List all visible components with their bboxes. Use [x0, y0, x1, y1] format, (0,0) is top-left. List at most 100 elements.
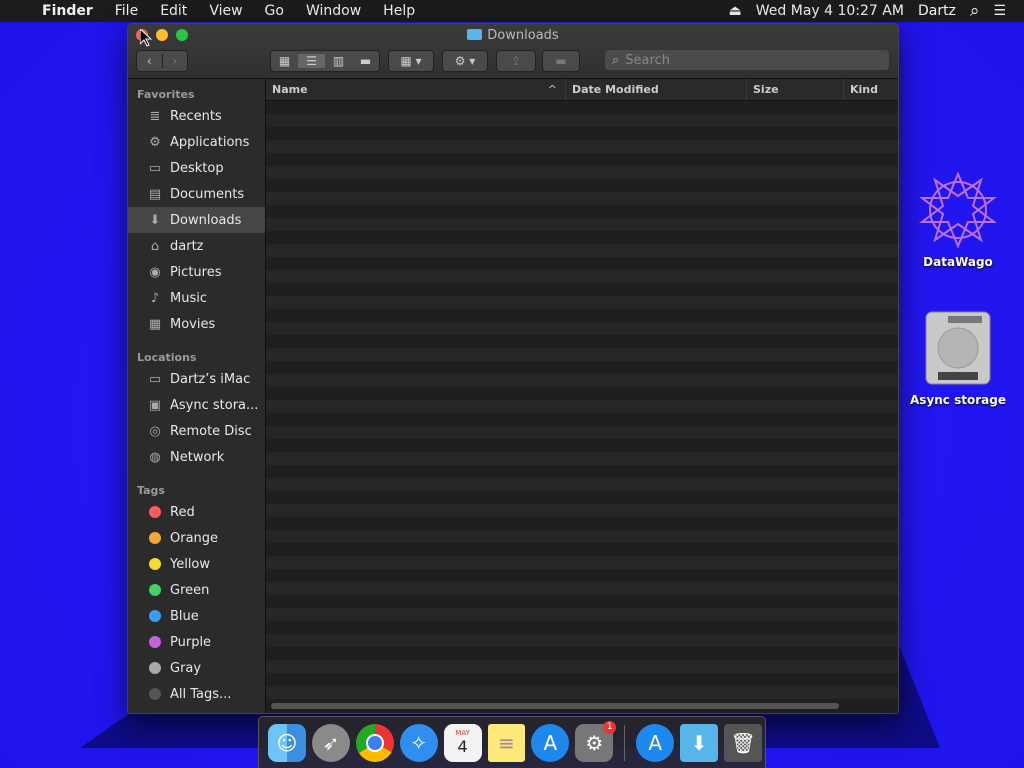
spotlight-search-icon[interactable]: ⌕ [963, 1, 987, 21]
empty-row [266, 608, 898, 621]
nav-buttons: ‹ › [136, 50, 188, 72]
empty-row [266, 140, 898, 153]
action-button[interactable]: ⚙ ▾ [442, 50, 488, 72]
finder-window: Downloads ‹ › ▦ ☰ ▥ ▬ ▦ ▾ ⚙ ▾ ⇪ ▬ ⌕ Sear… [127, 23, 899, 714]
finder-dock-icon[interactable]: ☺ [268, 723, 306, 762]
tag-label: Blue [170, 608, 199, 624]
sidebar-item-movies[interactable]: ▦ Movies [128, 311, 265, 337]
menu-go[interactable]: Go [254, 3, 295, 19]
kind-column-header[interactable]: Kind [844, 79, 898, 100]
app-store-downloads-dock-icon[interactable]: A [636, 723, 675, 762]
tag-label: Orange [170, 530, 219, 546]
notification-center-icon[interactable]: ☰ [986, 3, 1024, 19]
tags-button[interactable]: ▬ [542, 50, 580, 72]
empty-row [266, 426, 898, 439]
user-menu[interactable]: Dartz [911, 3, 963, 19]
forward-button[interactable]: › [163, 54, 188, 68]
trash-dock-icon[interactable]: 🗑 [724, 723, 762, 762]
menu-finder[interactable]: Finder [31, 3, 104, 19]
sidebar: Favorites ≣ Recents ⚙ Applications ▭ Desktop ▤… [128, 79, 266, 713]
empty-row [266, 595, 898, 608]
tag-blue[interactable]: Blue [128, 603, 265, 629]
gallery-view-icon[interactable]: ▬ [352, 54, 379, 68]
sidebar-item-async-stora[interactable]: ▣ Async stora... [128, 392, 265, 418]
empty-row [266, 387, 898, 400]
calendar-dock-icon[interactable]: MAY 4 [443, 723, 482, 762]
file-list: Name ^ Date Modified Size Kind [266, 79, 898, 713]
empty-row [266, 218, 898, 231]
list-view-icon[interactable]: ☰ [298, 54, 325, 68]
tag-orange[interactable]: Orange [128, 525, 265, 551]
tag-yellow[interactable]: Yellow [128, 551, 265, 577]
tag-all-tags[interactable]: All Tags... [128, 681, 265, 707]
empty-row [266, 543, 898, 556]
sidebar-item-label: Recents [170, 108, 222, 124]
clock[interactable]: Wed May 4 10:27 AM [749, 3, 911, 19]
icon-view-icon[interactable]: ▦ [271, 54, 298, 68]
launchpad-dock-icon[interactable]: ➶ [311, 723, 350, 762]
tag-purple[interactable]: Purple [128, 629, 265, 655]
sidebar-item-applications[interactable]: ⚙ Applications [128, 129, 265, 155]
desktop-icon-async-storage[interactable]: Async storage [903, 308, 1013, 407]
empty-row [266, 660, 898, 673]
size-column-label: Size [753, 83, 779, 96]
sidebar-item-dartz-s-imac[interactable]: ▭ Dartz’s iMac [128, 366, 265, 392]
sidebar-item-network[interactable]: ◍ Network [128, 444, 265, 470]
empty-row [266, 374, 898, 387]
favorites-item-icon: ⚙ [149, 134, 161, 150]
sidebar-item-dartz[interactable]: ⌂ dartz [128, 233, 265, 259]
compass-icon: ✧ [410, 730, 428, 755]
menu-file[interactable]: File [104, 3, 149, 19]
tag-gray[interactable]: Gray [128, 655, 265, 681]
tag-label: Green [170, 582, 210, 598]
empty-row [266, 530, 898, 543]
size-column-header[interactable]: Size [747, 79, 844, 100]
empty-row [266, 335, 898, 348]
empty-row [266, 452, 898, 465]
downloads-stack-dock-icon[interactable]: ⬇ [680, 723, 719, 762]
sidebar-item-label: Movies [170, 316, 216, 332]
menu-help[interactable]: Help [372, 3, 426, 19]
name-column-header[interactable]: Name ^ [266, 79, 566, 100]
empty-row [266, 309, 898, 322]
sidebar-item-documents[interactable]: ▤ Documents [128, 181, 265, 207]
horizontal-scrollbar[interactable] [271, 703, 839, 709]
menu-window[interactable]: Window [295, 3, 372, 19]
column-view-icon[interactable]: ▥ [325, 54, 352, 68]
desktop-icon-label: Async storage [910, 393, 1006, 407]
sidebar-item-music[interactable]: ♪ Music [128, 285, 265, 311]
tag-color-icon [149, 532, 161, 544]
locations-heading: Locations [137, 351, 197, 364]
empty-row [266, 283, 898, 296]
sidebar-item-label: Async stora... [170, 397, 259, 413]
chrome-dock-icon[interactable] [355, 723, 394, 762]
column-header: Name ^ Date Modified Size Kind [266, 79, 898, 101]
empty-rows[interactable] [266, 101, 898, 713]
menu-view[interactable]: View [198, 3, 253, 19]
tag-red[interactable]: Red [128, 499, 265, 525]
app-store-dock-icon[interactable]: A [531, 723, 570, 762]
sidebar-item-desktop[interactable]: ▭ Desktop [128, 155, 265, 181]
tag-green[interactable]: Green [128, 577, 265, 603]
sidebar-item-pictures[interactable]: ◉ Pictures [128, 259, 265, 285]
eject-icon[interactable]: ⏏ [722, 3, 749, 19]
system-preferences-dock-icon[interactable]: ⚙ 1 [575, 720, 617, 762]
empty-row [266, 296, 898, 309]
menu-edit[interactable]: Edit [149, 3, 198, 19]
group-by-button[interactable]: ▦ ▾ [388, 50, 434, 72]
sidebar-item-downloads[interactable]: ⬇ Downloads [128, 207, 265, 233]
sidebar-item-recents[interactable]: ≣ Recents [128, 103, 265, 129]
back-button[interactable]: ‹ [137, 54, 163, 68]
gear-icon: ⚙ [585, 730, 604, 755]
empty-row [266, 127, 898, 140]
date-column-header[interactable]: Date Modified [566, 79, 747, 100]
search-field[interactable]: ⌕ Search [605, 50, 889, 70]
empty-row [266, 114, 898, 127]
safari-dock-icon[interactable]: ✧ [399, 723, 438, 762]
desktop-icon-datawago[interactable]: DataWago [903, 168, 1013, 269]
favorites-item-icon: ⬇ [149, 212, 161, 228]
notes-dock-icon[interactable]: ≡ [487, 723, 526, 762]
share-button[interactable]: ⇪ [496, 50, 536, 72]
sidebar-item-remote-disc[interactable]: ◎ Remote Disc [128, 418, 265, 444]
empty-row [266, 270, 898, 283]
